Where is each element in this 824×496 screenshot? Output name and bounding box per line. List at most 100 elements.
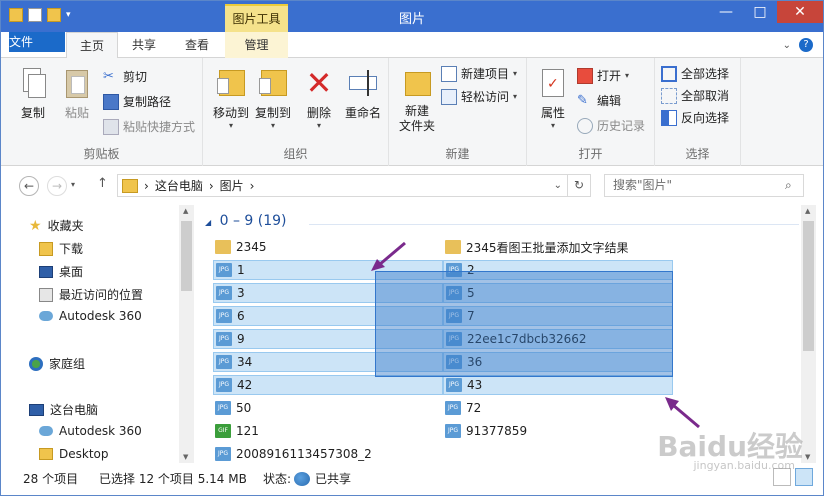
- file-name: 121: [236, 424, 259, 438]
- paste-button[interactable]: 粘贴: [57, 66, 97, 121]
- group-header-divider: [309, 224, 799, 225]
- delete-label: 删除: [306, 106, 331, 120]
- ribbon: 复制 粘贴 ✂ 剪切 复制路径 粘贴快捷方式 剪贴板 移动到 ▾ 复制到 ▾ ✕…: [1, 58, 823, 166]
- nav-scroll-up-icon[interactable]: ▲: [183, 207, 188, 215]
- copy-button[interactable]: 复制: [13, 66, 53, 121]
- file-name: 2345看图王批量添加文字结果: [466, 240, 629, 255]
- nav-downloads-label: 下载: [59, 242, 84, 256]
- back-button[interactable]: ←: [19, 176, 39, 196]
- nav-autodesk[interactable]: Autodesk 360: [39, 309, 142, 323]
- address-bar[interactable]: › 这台电脑 › 图片 › ⌄ ↻: [117, 174, 591, 197]
- explorer-window: ▾ 图片工具 图片 — □ ✕ 文件 主页 共享 查看 管理 ⌄ ? 复制 粘贴…: [0, 0, 824, 496]
- group-header[interactable]: ◢ 0 – 9 (19): [205, 213, 799, 229]
- breadcrumb-pictures[interactable]: 图片: [220, 177, 244, 194]
- content-scroll-up-icon[interactable]: ▲: [805, 207, 810, 215]
- tab-share[interactable]: 共享: [119, 32, 169, 58]
- nav-downloads[interactable]: 下载: [39, 240, 83, 257]
- nav-this-pc-label: 这台电脑: [50, 403, 99, 417]
- file-item[interactable]: JPG 42: [213, 375, 443, 395]
- close-button[interactable]: ✕: [777, 1, 823, 23]
- paste-shortcut-button[interactable]: 粘贴快捷方式: [103, 118, 195, 135]
- collapse-chevron-icon[interactable]: ◢: [205, 218, 211, 227]
- cut-button[interactable]: ✂ 剪切: [103, 68, 147, 85]
- open-app-icon: [577, 67, 593, 84]
- folder-icon: [401, 66, 433, 100]
- new-folder-button[interactable]: 新建 文件夹: [395, 66, 439, 134]
- search-input[interactable]: 搜索"图片": [604, 174, 804, 197]
- maximize-button[interactable]: □: [743, 1, 777, 23]
- file-item[interactable]: JPG 91377859: [443, 421, 673, 441]
- jpg-file-icon: JPG: [445, 424, 461, 438]
- folder-item[interactable]: 2345看图王批量添加文字结果: [443, 237, 673, 257]
- help-icon[interactable]: ?: [799, 38, 813, 52]
- refresh-icon[interactable]: ↻: [567, 175, 590, 196]
- copy-to-label: 复制到: [254, 106, 291, 120]
- scissors-icon: ✂: [103, 68, 114, 84]
- star-icon: ★: [29, 217, 42, 234]
- nav-pc-desktop[interactable]: Desktop: [39, 447, 109, 461]
- easy-access-button[interactable]: 轻松访问 ▾: [441, 88, 517, 105]
- large-icons-view-icon[interactable]: [795, 468, 813, 486]
- copy-to-folder-icon: [257, 66, 289, 100]
- jpg-file-icon: JPG: [216, 355, 232, 369]
- select-all-button[interactable]: 全部选择: [661, 65, 729, 82]
- content-scroll-down-icon[interactable]: ▼: [805, 453, 810, 461]
- jpg-file-icon: JPG: [215, 401, 231, 415]
- history-icon: [577, 117, 593, 134]
- edit-label: 编辑: [597, 94, 622, 108]
- chevron-down-icon[interactable]: ⌄: [783, 40, 791, 51]
- copy-path-button[interactable]: 复制路径: [103, 93, 171, 110]
- autodesk-cloud-icon: [39, 426, 53, 436]
- delete-button[interactable]: ✕ 删除 ▾: [299, 66, 339, 130]
- up-arrow-icon[interactable]: ↑: [97, 176, 108, 191]
- file-item[interactable]: JPG 72: [443, 398, 673, 418]
- file-name: 42: [237, 378, 253, 392]
- content-scroll-thumb[interactable]: [803, 221, 814, 351]
- invert-selection-icon: [661, 109, 677, 126]
- copy-to-dropdown-icon: ▾: [270, 121, 275, 130]
- nav-pc-autodesk[interactable]: Autodesk 360: [39, 424, 142, 438]
- jpg-file-icon: JPG: [445, 401, 461, 415]
- properties-button[interactable]: ✓ 属性 ▾: [533, 66, 573, 130]
- open-button[interactable]: 打开 ▾: [577, 67, 629, 84]
- file-name: 50: [236, 401, 252, 415]
- recent-locations-icon[interactable]: ▾: [71, 180, 75, 189]
- invert-selection-button[interactable]: 反向选择: [661, 109, 729, 126]
- move-to-button[interactable]: 移动到 ▾: [209, 66, 253, 130]
- address-dropdown-icon[interactable]: ⌄: [554, 180, 562, 191]
- search-icon[interactable]: ⌕: [785, 178, 792, 193]
- tab-view[interactable]: 查看: [171, 32, 223, 58]
- tab-manage[interactable]: 管理: [225, 32, 288, 58]
- file-item[interactable]: JPG 2008916113457308_2: [213, 444, 443, 464]
- paste-shortcut-label: 粘贴快捷方式: [123, 120, 196, 134]
- new-group-label: 新建: [445, 147, 470, 161]
- file-item[interactable]: GIF 121: [213, 421, 443, 441]
- nav-this-pc[interactable]: 这台电脑: [29, 401, 98, 418]
- nav-recent[interactable]: 最近访问的位置: [39, 286, 143, 303]
- tab-home[interactable]: 主页: [66, 32, 118, 59]
- paste-shortcut-icon: [103, 118, 119, 135]
- content-scrollbar[interactable]: ▲ ▼: [801, 205, 816, 463]
- edit-button[interactable]: ✎ 编辑: [577, 92, 621, 109]
- clipboard-icon: [61, 66, 93, 100]
- nav-scrollbar[interactable]: ▲ ▼: [179, 205, 194, 463]
- new-item-button[interactable]: 新建项目 ▾: [441, 65, 517, 82]
- nav-desktop[interactable]: 桌面: [39, 263, 83, 280]
- nav-scroll-thumb[interactable]: [181, 221, 192, 291]
- file-item[interactable]: JPG 50: [213, 398, 443, 418]
- file-item[interactable]: JPG 43: [443, 375, 673, 395]
- pictures-folder-icon: [122, 178, 138, 193]
- nav-favorites[interactable]: ★ 收藏夹: [29, 217, 84, 234]
- title-bar: ▾ 图片工具 图片 — □ ✕: [1, 1, 823, 32]
- shared-users-icon: [294, 472, 310, 486]
- nav-homegroup[interactable]: 家庭组: [29, 355, 85, 372]
- minimize-button[interactable]: —: [709, 1, 743, 23]
- history-button[interactable]: 历史记录: [577, 117, 645, 134]
- rename-button[interactable]: 重命名: [341, 66, 385, 121]
- forward-button[interactable]: →: [47, 176, 67, 196]
- nav-scroll-down-icon[interactable]: ▼: [183, 453, 188, 461]
- select-none-button[interactable]: 全部取消: [661, 87, 729, 104]
- tab-file[interactable]: 文件: [9, 32, 65, 52]
- copy-to-button[interactable]: 复制到 ▾: [251, 66, 295, 130]
- breadcrumb-this-pc[interactable]: 这台电脑: [155, 177, 203, 194]
